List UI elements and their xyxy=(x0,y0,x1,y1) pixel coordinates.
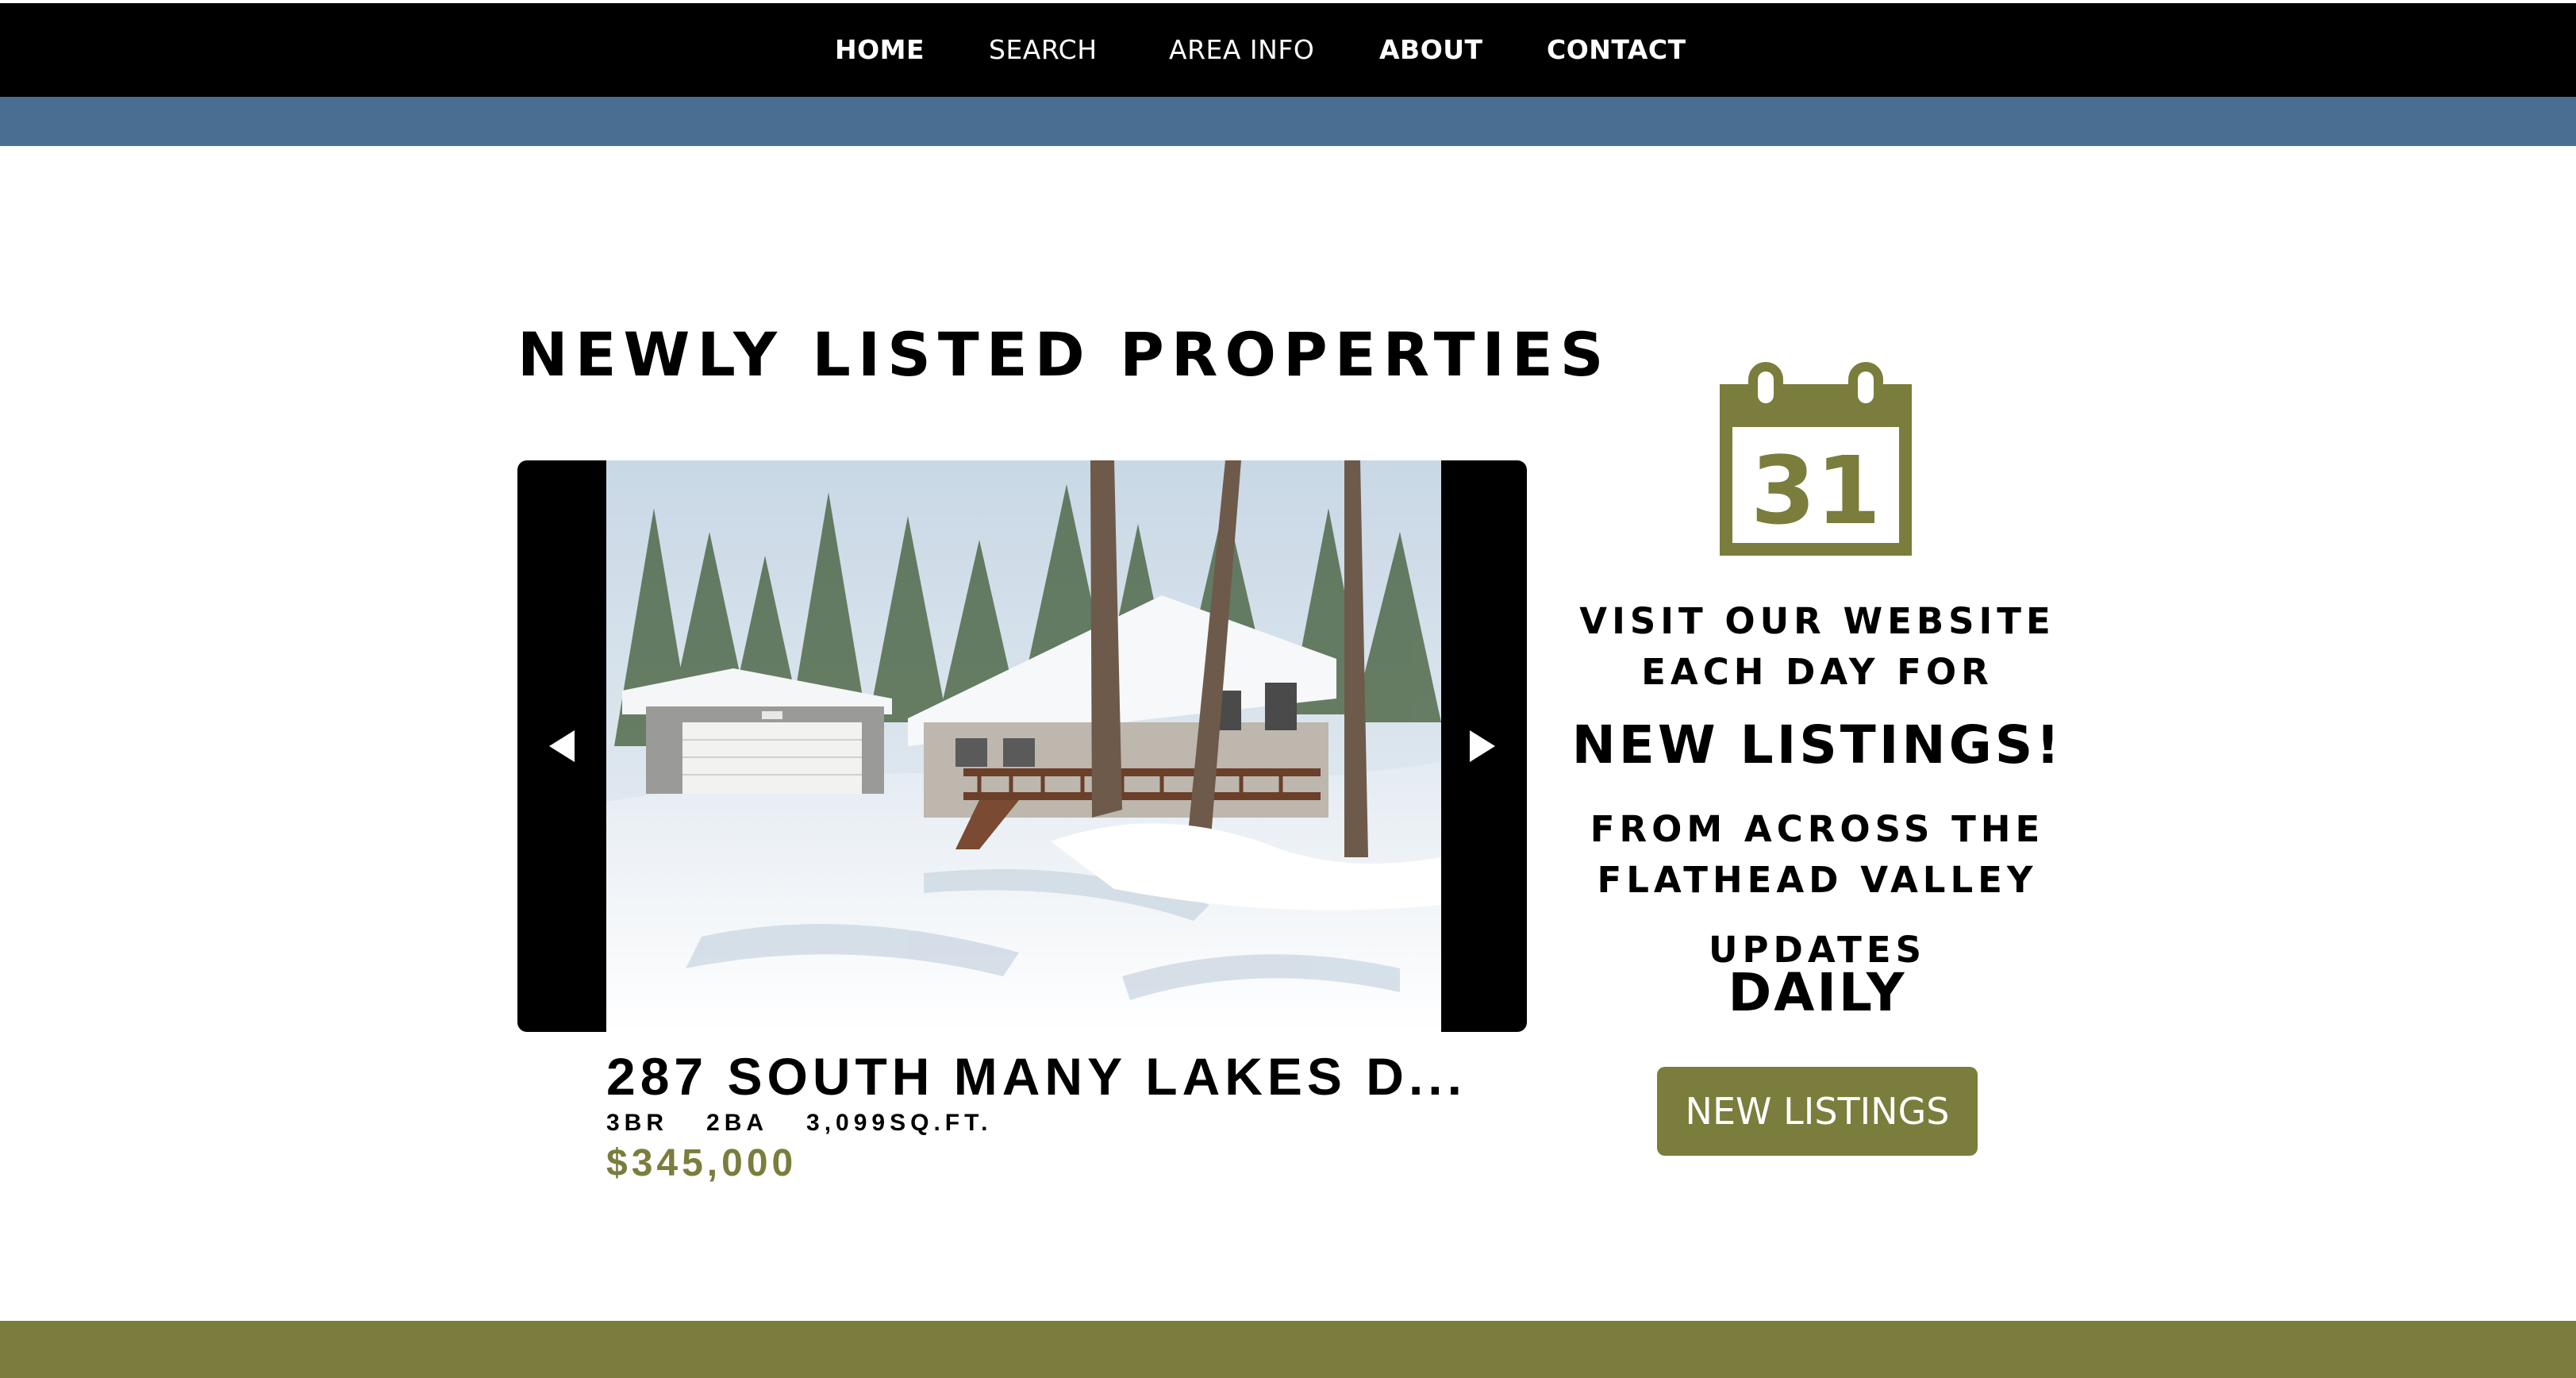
section-title: NEWLY LISTED PROPERTIES xyxy=(517,319,1611,390)
nav-area-info[interactable]: AREA INFO xyxy=(1169,3,1314,97)
listing-address[interactable]: 287 SOUTH MANY LAKES D... xyxy=(606,1046,1479,1107)
footer-band xyxy=(0,1321,2576,1378)
nav-search[interactable]: SEARCH xyxy=(989,3,1098,97)
promo-line-5: FLATHEAD VALLEY xyxy=(1597,859,2038,901)
promo-line-1: VISIT OUR WEBSITE xyxy=(1579,600,2055,642)
promo-line-2: EACH DAY FOR xyxy=(1641,651,1994,693)
listing-stats: 3BR 2BA 3,099SQ.FT. xyxy=(606,1110,1030,1137)
chevron-left-icon[interactable] xyxy=(530,714,594,778)
nav-contact[interactable]: CONTACT xyxy=(1547,3,1686,97)
listing-photo[interactable] xyxy=(606,460,1441,1032)
listing-carousel xyxy=(517,460,1527,1032)
header-band xyxy=(0,97,2576,146)
chevron-right-icon[interactable] xyxy=(1451,714,1514,778)
promo-line-4: FROM ACROSS THE xyxy=(1590,808,2045,850)
calendar-icon: 31 xyxy=(1717,360,1915,559)
new-listings-button[interactable]: NEW LISTINGS xyxy=(1657,1067,1978,1156)
nav-home[interactable]: HOME xyxy=(835,3,925,97)
page: HOME SEARCH AREA INFO ABOUT CONTACT NEWL… xyxy=(0,0,2576,1378)
promo-line-7: DAILY xyxy=(1728,962,1907,1023)
listing-baths: 2BA xyxy=(706,1110,769,1136)
top-nav: HOME SEARCH AREA INFO ABOUT CONTACT xyxy=(0,3,2576,97)
listing-beds: 3BR xyxy=(606,1110,669,1136)
listing-sqft: 3,099SQ.FT. xyxy=(806,1110,993,1136)
nav-about[interactable]: ABOUT xyxy=(1379,3,1483,97)
listing-price: $345,000 xyxy=(606,1142,798,1184)
promo-headline: NEW LISTINGS! xyxy=(1571,714,2063,776)
calendar-day: 31 xyxy=(1751,436,1881,545)
